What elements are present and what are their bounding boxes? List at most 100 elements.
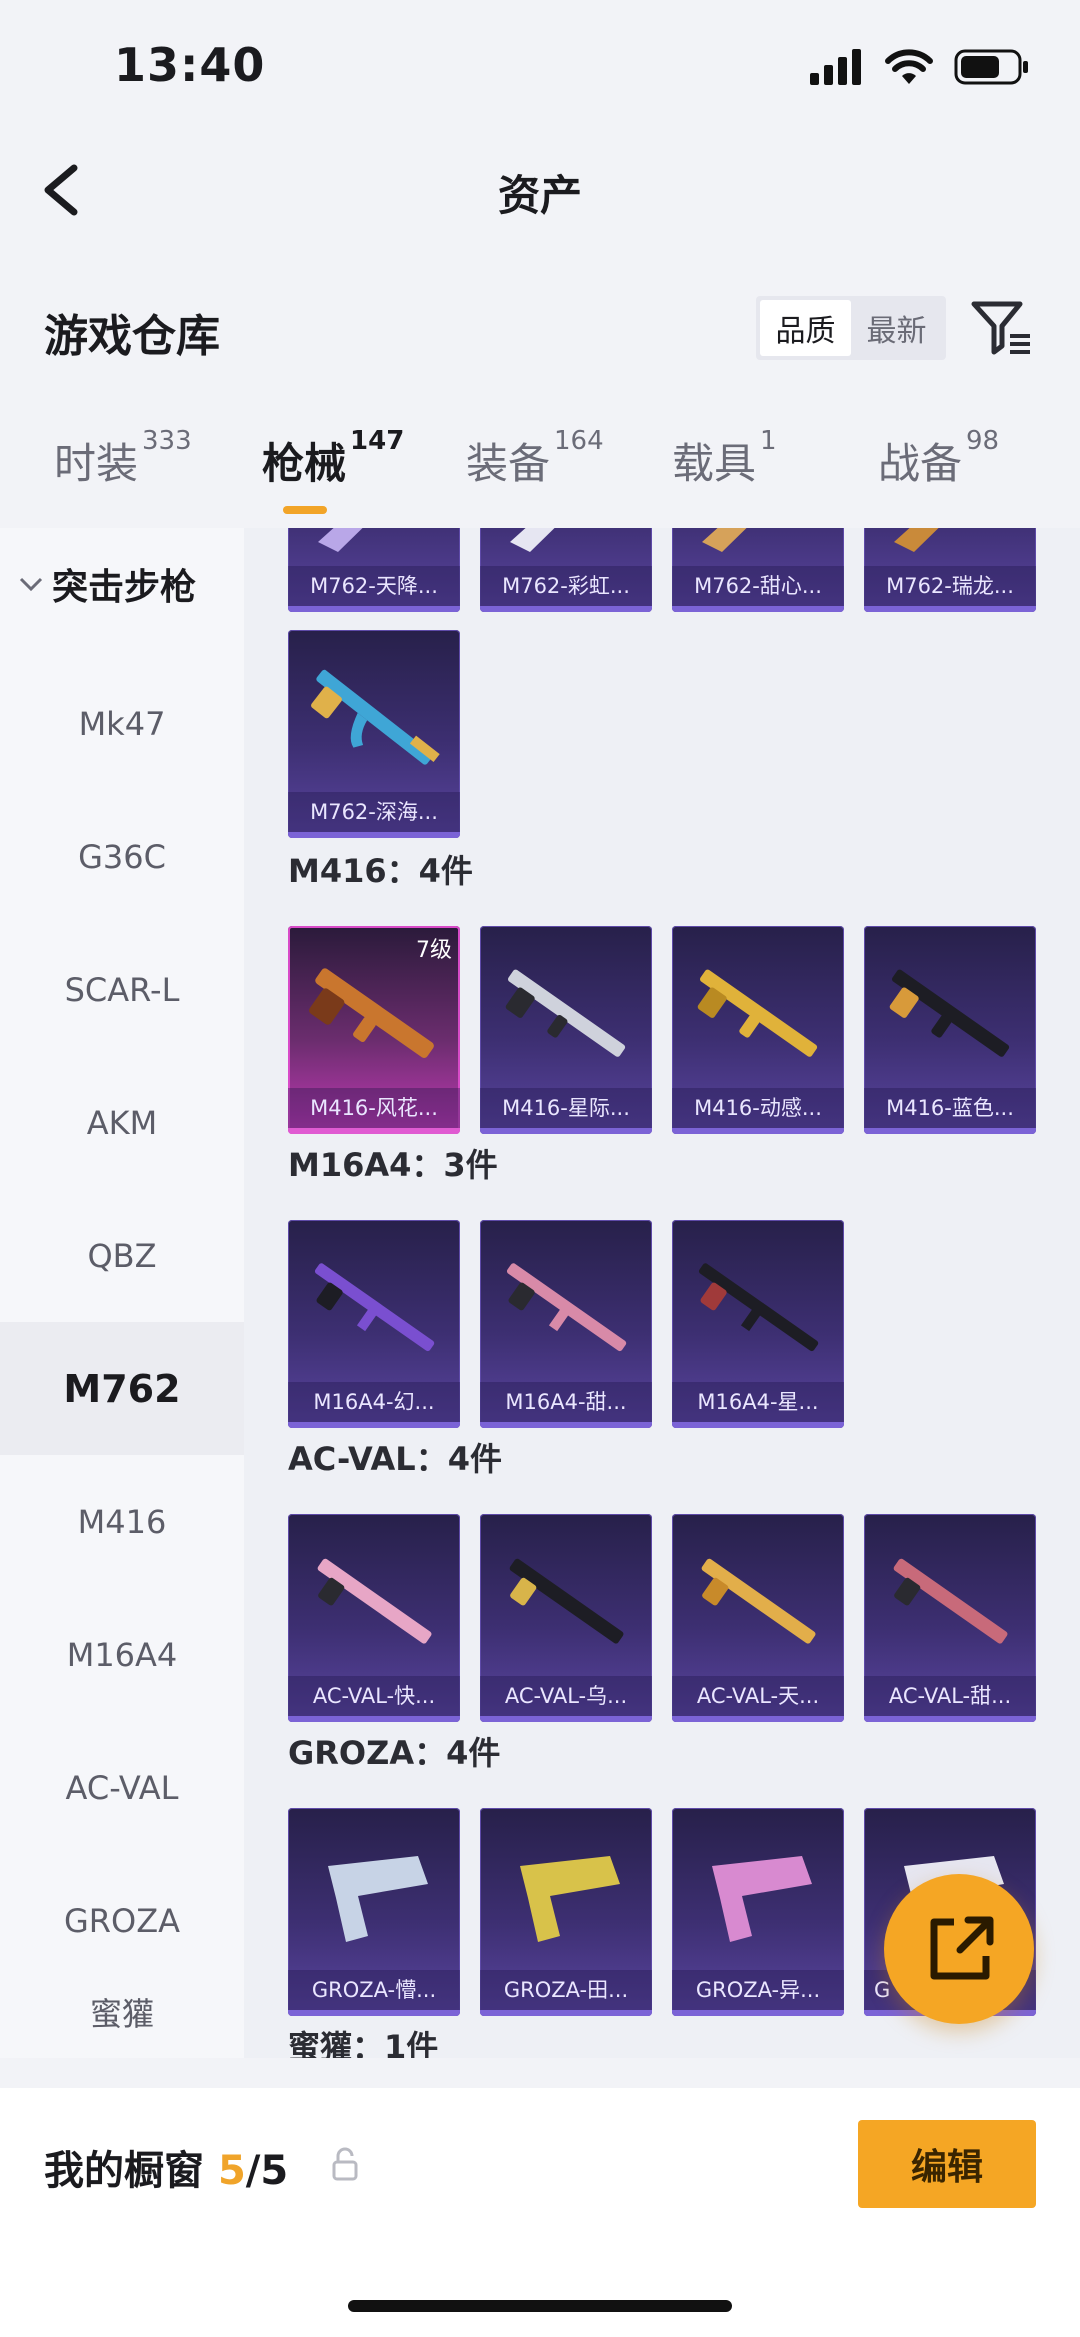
skin-name: M762-深海... — [288, 792, 460, 832]
group-title-honey-badger: 蜜獾：1件 — [288, 2028, 439, 2058]
tab-count: 1 — [760, 426, 777, 456]
rifle-icon — [328, 1856, 428, 1942]
sidebar-item-qbz[interactable]: QBZ — [0, 1189, 244, 1322]
tab-supplies[interactable]: 战备 98 — [878, 426, 999, 491]
group-title-m416: M416：4件 — [288, 852, 473, 890]
skin-name: M762-甜心... — [672, 566, 844, 606]
rifle-icon — [702, 528, 747, 552]
skin-name: M416-蓝色... — [864, 1088, 1036, 1128]
sort-newest-button[interactable]: 最新 — [851, 300, 942, 356]
skin-name: M416-风花... — [288, 1088, 460, 1128]
sidebar-item-m416[interactable]: M416 — [0, 1455, 244, 1588]
rifle-icon — [318, 528, 363, 552]
skin-card[interactable]: M762-天降... — [288, 528, 460, 612]
rarity-bar — [480, 1422, 652, 1428]
section-title: 游戏仓库 — [44, 311, 220, 362]
home-indicator — [348, 2300, 732, 2312]
rifle-icon — [698, 1263, 819, 1352]
tab-indicator — [283, 506, 327, 514]
sidebar-category-label: 突击步枪 — [52, 567, 197, 608]
skin-card[interactable]: M416-蓝色... — [864, 926, 1036, 1134]
share-button[interactable] — [884, 1874, 1034, 2024]
rifle-icon — [311, 669, 440, 765]
rarity-bar — [864, 606, 1036, 612]
skin-name: GROZA-懵... — [288, 1970, 460, 2010]
skin-card[interactable]: AC-VAL-快... — [288, 1514, 460, 1722]
skin-card[interactable]: M762-瑞龙... — [864, 528, 1036, 612]
sidebar-item-ac-val[interactable]: AC-VAL — [0, 1721, 244, 1854]
skin-name: GROZA-异... — [672, 1970, 844, 2010]
skin-name: M16A4-甜... — [480, 1382, 652, 1422]
group-title-m16a4: M16A4：3件 — [288, 1146, 498, 1184]
skin-card[interactable]: 7级 M416-风花... — [288, 926, 460, 1134]
rarity-bar — [864, 1128, 1036, 1134]
rarity-bar — [480, 606, 652, 612]
rifle-icon — [894, 528, 939, 552]
tab-guns[interactable]: 枪械 147 — [262, 426, 404, 491]
rifle-icon — [506, 1263, 627, 1352]
skin-name: AC-VAL-快... — [288, 1676, 460, 1716]
tab-label: 载具 — [672, 439, 757, 488]
skin-card[interactable]: M416-动感... — [672, 926, 844, 1134]
showcase-label: 我的橱窗 5/5 — [44, 2138, 288, 2196]
rarity-bar — [672, 1716, 844, 1722]
skin-card[interactable]: M16A4-星... — [672, 1220, 844, 1428]
skin-name: AC-VAL-乌... — [480, 1676, 652, 1716]
skin-name: M16A4-星... — [672, 1382, 844, 1422]
sidebar-item-g36c[interactable]: G36C — [0, 790, 244, 923]
skin-card[interactable]: GROZA-懵... — [288, 1808, 460, 2016]
rarity-bar — [672, 606, 844, 612]
sidebar-item-m762[interactable]: M762 — [0, 1322, 244, 1455]
chevron-down-icon — [19, 577, 43, 592]
rifle-icon — [510, 528, 555, 552]
rifle-icon — [317, 1558, 432, 1644]
skin-name: M762-天降... — [288, 566, 460, 606]
sidebar-item-akm[interactable]: AKM — [0, 1056, 244, 1189]
skin-card[interactable]: M16A4-甜... — [480, 1220, 652, 1428]
skin-card[interactable]: M762-甜心... — [672, 528, 844, 612]
rifle-icon — [712, 1856, 812, 1942]
rifle-icon — [505, 969, 626, 1057]
rarity-bar — [672, 1128, 844, 1134]
skin-card[interactable]: AC-VAL-天... — [672, 1514, 844, 1722]
tab-vehicles[interactable]: 载具 1 — [672, 426, 777, 491]
skin-card[interactable]: AC-VAL-甜... — [864, 1514, 1036, 1722]
skin-name: M16A4-幻... — [288, 1382, 460, 1422]
skin-card[interactable]: M762-深海... — [288, 630, 460, 838]
skin-name: M416-星际... — [480, 1088, 652, 1128]
sidebar-category[interactable]: 突击步枪 — [18, 558, 196, 610]
page-title: 资产 — [497, 171, 582, 220]
sidebar-item-groza[interactable]: GROZA — [0, 1854, 244, 1987]
rarity-bar — [672, 1422, 844, 1428]
skin-card[interactable]: M416-星际... — [480, 926, 652, 1134]
rarity-bar — [288, 1128, 460, 1134]
tab-count: 333 — [142, 426, 192, 456]
share-icon — [930, 1916, 994, 1980]
sidebar-item-honey-badger[interactable]: 蜜獾 — [0, 1987, 244, 2058]
weapon-grid: M762-天降... M762-彩虹... M762-甜心... M762-瑞龙… — [244, 528, 1080, 2058]
skin-card[interactable]: M16A4-幻... — [288, 1220, 460, 1428]
skin-card[interactable]: AC-VAL-乌... — [480, 1514, 652, 1722]
skin-name: M416-动感... — [672, 1088, 844, 1128]
tab-fashion[interactable]: 时装 333 — [54, 426, 192, 491]
skin-name: M762-瑞龙... — [864, 566, 1036, 606]
rifle-icon — [520, 1856, 620, 1942]
sort-quality-button[interactable]: 品质 — [760, 300, 851, 356]
status-icons — [808, 48, 1030, 86]
showcase-title: 我的橱窗 — [44, 2148, 204, 2194]
filter-icon[interactable] — [970, 298, 1034, 358]
sidebar-item-mk47[interactable]: Mk47 — [0, 657, 244, 790]
rarity-bar — [288, 1422, 460, 1428]
rifle-icon — [697, 969, 818, 1057]
edit-button[interactable]: 编辑 — [858, 2120, 1036, 2208]
skin-name: M762-彩虹... — [480, 566, 652, 606]
tab-equipment[interactable]: 装备 164 — [466, 426, 604, 491]
skin-card[interactable]: GROZA-田... — [480, 1808, 652, 2016]
showcase-count: 5 — [217, 2148, 246, 2194]
sidebar-item-scar-l[interactable]: SCAR-L — [0, 923, 244, 1056]
sidebar-item-m16a4[interactable]: M16A4 — [0, 1588, 244, 1721]
skin-card[interactable]: M762-彩虹... — [480, 528, 652, 612]
sort-toggle: 品质 最新 — [756, 296, 946, 360]
tab-label: 战备 — [878, 439, 963, 488]
skin-card[interactable]: GROZA-异... — [672, 1808, 844, 2016]
